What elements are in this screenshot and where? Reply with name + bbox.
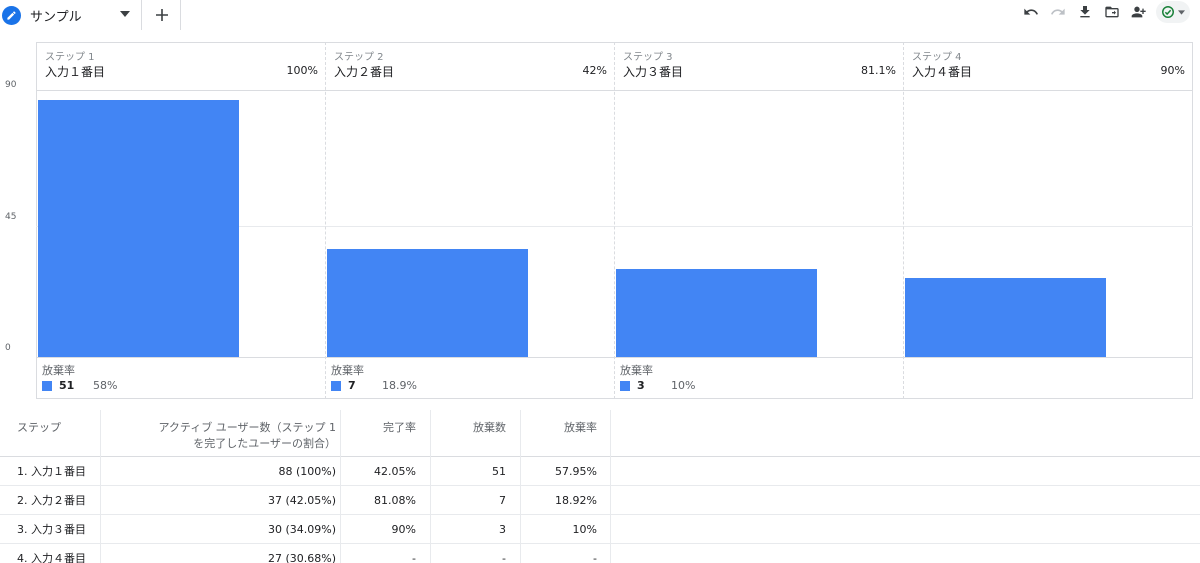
cell-step: 2. 入力２番目 [17,494,86,507]
header-active-users[interactable]: アクティブ ユーザー数（ステップ 1 を完了したユーザーの割合） [100,410,336,458]
abandonment-count: 51 [59,379,75,392]
share-button[interactable] [1125,0,1152,24]
toolbar-actions [1017,0,1190,24]
cell-abandonments: - [502,552,506,563]
cell-completion-rate: 90% [391,523,416,536]
add-tab-button[interactable] [143,0,181,30]
abandonment-row[interactable]: 3 10% [620,379,695,392]
cell-completion-rate: 81.08% [374,494,416,507]
chevron-down-icon [1178,9,1185,15]
header-step[interactable]: ステップ [17,410,61,458]
step-name: 入力３番目 [623,65,684,79]
step-completion-pct: 90% [1160,64,1185,77]
step-header[interactable]: ステップ 1 入力１番目 100% [36,42,325,91]
header-abandonments[interactable]: 放棄数 [430,410,506,458]
table-row[interactable]: 1. 入力１番目 88 (100%) 42.05% 51 57.95% [0,457,1200,486]
legend-swatch [331,380,341,391]
exploration-tab[interactable]: サンプル [0,0,142,30]
funnel-bar[interactable] [616,269,817,357]
step-completion-pct: 100% [286,64,318,77]
cell-abandonment-rate: - [593,552,597,563]
abandonment-rate: 18.9% [382,379,417,392]
step-header[interactable]: ステップ 2 入力２番目 42% [325,42,614,91]
step-number: ステップ 3 [623,52,673,63]
download-icon [1079,6,1090,18]
abandonment-count: 3 [637,379,645,392]
legend-swatch [620,380,630,391]
step-number: ステップ 1 [45,52,95,63]
step-header[interactable]: ステップ 3 入力３番目 81.1% [614,42,903,91]
abandonment-rate: 10% [671,379,696,392]
cell-active-users: 30 (34.09%) [267,523,336,536]
top-bar: サンプル [0,0,1200,32]
cell-step: 3. 入力３番目 [17,523,86,536]
cell-abandonment-rate: 57.95% [555,465,597,478]
cell-step: 4. 入力４番目 [17,552,86,563]
cell-completion-rate: - [412,552,416,563]
status-check-button[interactable] [1156,1,1190,23]
redo-button[interactable] [1044,0,1071,24]
funnel-bar[interactable] [38,99,239,357]
step-completion-pct: 81.1% [861,64,896,77]
step-name: 入力４番目 [912,65,973,79]
abandonment-row[interactable]: 51 58% [42,379,117,392]
edit-pencil-icon[interactable] [2,5,21,25]
folder-move-icon [1104,6,1119,18]
step-divider [614,42,615,399]
funnel-bar[interactable] [327,248,528,357]
table-row[interactable]: 4. 入力４番目 27 (30.68%) - - - [0,544,1200,563]
cell-abandonment-rate: 18.92% [555,494,597,507]
abandonment-row[interactable]: 7 18.9% [331,379,417,392]
move-to-folder-button[interactable] [1098,0,1125,24]
plus-icon [155,9,168,21]
download-button[interactable] [1071,0,1098,24]
abandonment-label: 放棄率 [331,364,364,377]
step-completion-pct: 42% [582,64,607,77]
step-divider [903,42,904,399]
cell-step: 1. 入力１番目 [17,465,86,478]
undo-button[interactable] [1017,0,1044,24]
abandonment-rate: 58% [93,379,118,392]
step-divider [325,42,326,399]
abandonment-count: 7 [348,379,356,392]
header-completion-rate[interactable]: 完了率 [340,410,416,458]
undo-icon [1023,8,1038,15]
table-row[interactable]: 2. 入力２番目 37 (42.05%) 81.08% 7 18.92% [0,486,1200,515]
step-name: 入力２番目 [334,65,395,79]
funnel-bar[interactable] [905,278,1106,357]
cell-active-users: 88 (100%) [278,465,336,478]
tab-name[interactable]: サンプル [30,6,82,25]
add-person-icon [1131,6,1146,18]
redo-icon [1050,8,1065,15]
cell-completion-rate: 42.05% [374,465,416,478]
abandonment-label: 放棄率 [620,364,653,377]
abandonment-label: 放棄率 [42,364,75,377]
step-number: ステップ 4 [912,52,962,63]
header-abandonment-rate[interactable]: 放棄率 [520,410,597,458]
y-tick-label: 0 [5,343,11,353]
funnel-chart: 90 45 0 ステップ 1 入力１番目 100% 放棄率 51 58% ステップ 2 入力２番目 4… [0,42,1200,402]
check-circle-icon [1162,6,1174,18]
y-tick-label: 90 [5,80,17,90]
cell-abandonment-rate: 10% [572,523,597,536]
step-name: 入力１番目 [45,65,106,79]
tab-dropdown-caret-icon[interactable] [120,9,130,19]
cell-active-users: 27 (30.68%) [267,552,336,563]
y-tick-label: 45 [5,211,17,222]
cell-active-users: 37 (42.05%) [267,494,336,507]
cell-abandonments: 3 [499,523,506,536]
funnel-table: ステップ アクティブ ユーザー数（ステップ 1 を完了したユーザーの割合） 完了… [0,410,1200,563]
step-header[interactable]: ステップ 4 入力４番目 90% [903,42,1192,91]
legend-swatch [42,380,52,391]
cell-abandonments: 51 [492,465,506,478]
table-row[interactable]: 3. 入力３番目 30 (34.09%) 90% 3 10% [0,515,1200,544]
cell-abandonments: 7 [499,494,506,507]
step-number: ステップ 2 [334,52,384,63]
